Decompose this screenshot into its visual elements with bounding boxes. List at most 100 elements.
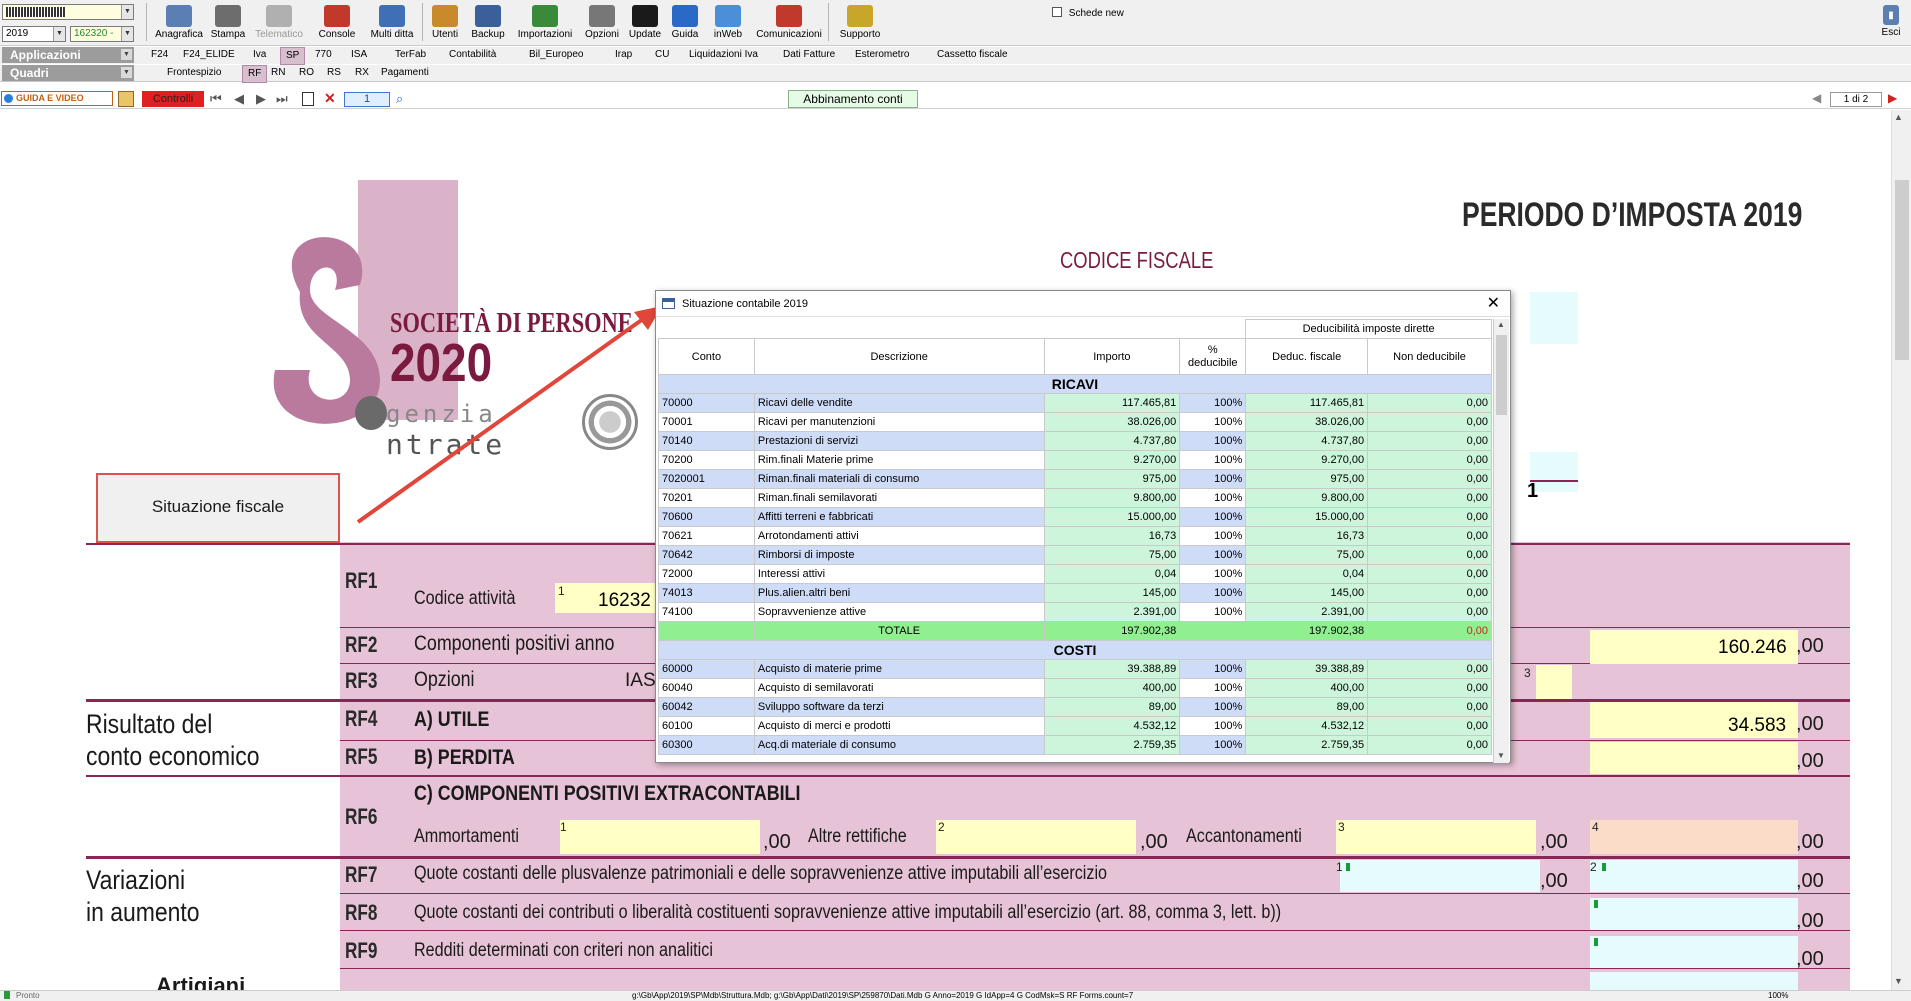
- table-row[interactable]: 70001 Ricavi per manutenzioni 38.026,00 100…: [658, 412, 1492, 432]
- comunicazioni-button[interactable]: Comunicazioni: [752, 3, 826, 43]
- scroll-down-icon[interactable]: ▼: [1894, 976, 1903, 986]
- scroll-up-icon[interactable]: ▲: [1894, 112, 1903, 122]
- guida-button[interactable]: Guida: [666, 3, 704, 43]
- chevron-down-icon[interactable]: ▼: [121, 49, 132, 60]
- menu-item-irap[interactable]: Irap: [610, 47, 637, 63]
- opzioni-button[interactable]: Opzioni: [580, 3, 624, 43]
- table-row[interactable]: 7020001 Riman.finali materiali di consumo…: [658, 469, 1492, 489]
- first-page-icon[interactable]: ⏮: [210, 91, 222, 107]
- update-button[interactable]: Update: [624, 3, 666, 43]
- inweb-button[interactable]: inWeb: [704, 3, 752, 43]
- anagrafica-button[interactable]: Anagrafica: [150, 3, 208, 43]
- utenti-button[interactable]: Utenti: [424, 3, 466, 43]
- table-row[interactable]: 74100 Sopravvenienze attive 2.391,00 100% 2.…: [658, 602, 1492, 622]
- menu-item-esterometro[interactable]: Esterometro: [850, 47, 914, 63]
- menu-item-isa[interactable]: ISA: [346, 47, 372, 63]
- prev-modulo-icon[interactable]: ◀: [1812, 91, 1821, 105]
- supporto-button[interactable]: Supporto: [830, 3, 890, 43]
- checkbox-icon[interactable]: [1052, 7, 1062, 17]
- abbinamento-conti-button[interactable]: Abbinamento conti: [788, 90, 918, 108]
- menu-item-iva[interactable]: Iva: [248, 47, 271, 63]
- prev-page-icon[interactable]: ◀: [234, 91, 244, 107]
- last-page-icon[interactable]: ⏭: [276, 91, 288, 107]
- backup-button[interactable]: Backup: [466, 3, 510, 43]
- new-page-icon[interactable]: [302, 92, 314, 106]
- table-row[interactable]: 70200 Rim.finali Materie prime 9.270,00 100…: [658, 450, 1492, 470]
- table-row[interactable]: 72000 Interessi attivi 0,04 100% 0,04 0,00: [658, 564, 1492, 584]
- dialog-scrollbar[interactable]: ▲ ▼: [1493, 319, 1509, 763]
- chevron-down-icon[interactable]: ▼: [53, 27, 65, 41]
- rf8-field[interactable]: [1590, 898, 1798, 930]
- applicazioni-dropdown[interactable]: Applicazioni ▼: [2, 47, 134, 63]
- table-row[interactable]: 60100 Acquisto di merci e prodotti 4.532,1…: [658, 716, 1492, 736]
- table-row[interactable]: 70140 Prestazioni di servizi 4.737,80 100% 4…: [658, 431, 1492, 451]
- table-row[interactable]: 70201 Riman.finali semilavorati 9.800,00 10…: [658, 488, 1492, 508]
- table-row[interactable]: 70000 Ricavi delle vendite 117.465,81 100% 1…: [658, 393, 1492, 413]
- col-deduc[interactable]: Deduc. fiscale: [1245, 338, 1369, 375]
- table-row[interactable]: 60042 Sviluppo software da terzi 89,00 100%…: [658, 697, 1492, 717]
- menu-item-rs[interactable]: RS: [322, 65, 346, 81]
- menu-item-liquidazioni-iva[interactable]: Liquidazioni Iva: [684, 47, 763, 63]
- menu-item-ro[interactable]: RO: [294, 65, 319, 81]
- menu-item-dati-fatture[interactable]: Dati Fatture: [778, 47, 840, 63]
- close-icon[interactable]: ✕: [1487, 291, 1500, 317]
- next-page-icon[interactable]: ▶: [256, 91, 266, 107]
- guida-video-button[interactable]: GUIDA E VIDEO: [1, 91, 113, 106]
- stampa-button[interactable]: Stampa: [208, 3, 248, 43]
- col-importo[interactable]: Importo: [1043, 338, 1181, 375]
- search-page-icon[interactable]: ⌕: [396, 91, 403, 107]
- menu-item-rx[interactable]: RX: [350, 65, 374, 81]
- delete-page-icon[interactable]: ✕: [324, 90, 336, 107]
- scroll-down-icon[interactable]: ▼: [1497, 751, 1505, 760]
- page-number-field[interactable]: 1: [344, 92, 390, 107]
- accantonamenti-field[interactable]: [1336, 820, 1536, 854]
- multi-ditta-button[interactable]: Multi ditta: [364, 3, 420, 43]
- rf6-total-field[interactable]: [1590, 820, 1798, 854]
- menu-item-terfab[interactable]: TerFab: [390, 47, 431, 63]
- importazioni-button[interactable]: Importazioni: [510, 3, 580, 43]
- table-row[interactable]: 70642 Rimborsi di imposte 75,00 100% 75,00 0,…: [658, 545, 1492, 565]
- scroll-thumb[interactable]: [1895, 180, 1909, 360]
- ditta-selector[interactable]: ▼: [2, 4, 134, 20]
- quadri-dropdown[interactable]: Quadri ▼: [2, 65, 134, 81]
- schede-new-checkbox[interactable]: Schede new: [1052, 7, 1124, 19]
- table-row[interactable]: 60000 Acquisto di materie prime 39.388,89 1…: [658, 659, 1492, 679]
- table-row[interactable]: 60300 Acq.di materiale di consumo 2.759,35…: [658, 735, 1492, 755]
- menu-item-cassetto-fiscale[interactable]: Cassetto fiscale: [932, 47, 1013, 63]
- table-row[interactable]: 74013 Plus.alien.altri beni 145,00 100% 145,…: [658, 583, 1492, 603]
- situazione-fiscale-button[interactable]: Situazione fiscale: [96, 473, 340, 543]
- col-conto[interactable]: Conto: [658, 338, 755, 375]
- menu-item-770[interactable]: 770: [310, 47, 337, 63]
- telematico-button[interactable]: Telematico: [248, 3, 310, 43]
- year-select[interactable]: 2019 ▼: [2, 26, 66, 42]
- table-row[interactable]: 70600 Affitti terreni e fabbricati 15.000,…: [658, 507, 1492, 527]
- menu-item-cu[interactable]: CU: [650, 47, 674, 63]
- col-perc[interactable]: % deducibile: [1179, 338, 1247, 375]
- controlli-button[interactable]: Controlli: [142, 91, 204, 107]
- vertical-scrollbar[interactable]: ▲ ▼: [1891, 110, 1911, 990]
- rf5-value-field[interactable]: [1590, 742, 1798, 774]
- menu-item-f24-elide[interactable]: F24_ELIDE: [178, 47, 240, 63]
- menu-item-frontespizio[interactable]: Frontespizio: [162, 65, 226, 81]
- altre-rettifiche-field[interactable]: [936, 820, 1136, 854]
- rf7-field-2[interactable]: [1590, 860, 1798, 892]
- col-descrizione[interactable]: Descrizione: [753, 338, 1045, 375]
- chevron-down-icon[interactable]: ▼: [121, 27, 133, 41]
- dialog-scroll-thumb[interactable]: [1496, 335, 1507, 415]
- menu-item-rf[interactable]: RF: [242, 65, 268, 83]
- rf9-field[interactable]: [1590, 936, 1798, 968]
- menu-item-sp[interactable]: SP: [280, 47, 306, 65]
- chevron-down-icon[interactable]: ▼: [121, 67, 132, 78]
- rf10-field[interactable]: [1590, 972, 1798, 990]
- console-button[interactable]: Console: [310, 3, 364, 43]
- rf3-option-field[interactable]: [1536, 665, 1572, 699]
- col-non-deduc[interactable]: Non deducibile: [1367, 338, 1492, 375]
- exit-button[interactable]: ▮ Esci: [1876, 3, 1906, 43]
- table-row[interactable]: 70621 Arrotondamenti attivi 16,73 100% 16,73…: [658, 526, 1492, 546]
- menu-item-rn[interactable]: RN: [266, 65, 290, 81]
- menu-item-f24[interactable]: F24: [146, 47, 173, 63]
- next-modulo-icon[interactable]: ▶: [1888, 91, 1897, 105]
- totale-row[interactable]: TOTALE 197.902,38 197.902,38 0,00: [658, 621, 1492, 641]
- notes-icon[interactable]: [118, 91, 134, 107]
- code-select[interactable]: 162320 - ▼: [70, 26, 134, 42]
